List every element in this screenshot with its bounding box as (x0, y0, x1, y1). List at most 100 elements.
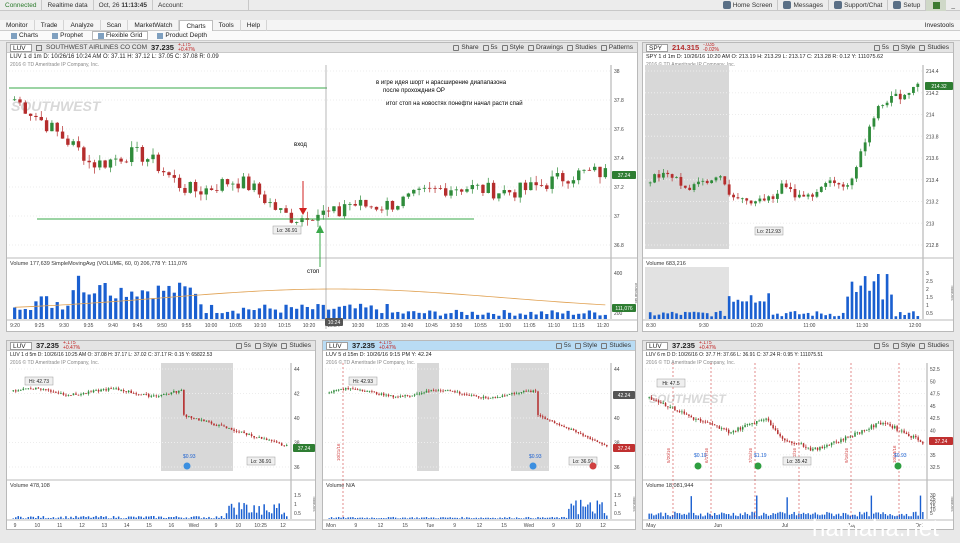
support-chat-button[interactable]: Support/Chat (829, 0, 889, 11)
candle-body (247, 176, 251, 191)
toolbar-label: 5s (243, 342, 251, 349)
toolbar-5s-button[interactable]: 5s (555, 342, 571, 349)
candle-body (348, 203, 352, 205)
toolbar-label: 5s (563, 342, 571, 349)
toolbar-style-button[interactable]: Style (501, 44, 524, 51)
candle-body (103, 160, 107, 168)
volume-bar (730, 515, 732, 519)
symbol-input[interactable]: LUV (646, 341, 668, 350)
toolbar-style-button[interactable]: Style (892, 44, 915, 51)
candle-body (433, 187, 437, 189)
candle-body (50, 122, 54, 132)
toolbar-share-button[interactable]: Share (453, 44, 479, 51)
toolbar-studies-button[interactable]: Studies (281, 342, 311, 349)
menu-tab-charts[interactable]: Charts (179, 19, 213, 31)
symbol-input[interactable]: LUV (10, 341, 32, 350)
volume-bar (470, 518, 473, 519)
dividend-label: $0.93 (894, 453, 907, 459)
menu-tab-tools[interactable]: Tools (213, 19, 241, 31)
price-chart[interactable]: 4442403836Volume N/A1.510.5millionsMon91… (323, 351, 636, 530)
volume-bar (140, 290, 144, 319)
volume-bar (170, 517, 173, 519)
volume-bar (662, 312, 665, 319)
candle-body (713, 424, 716, 426)
chevron-down-icon[interactable] (36, 44, 42, 51)
symbol-input[interactable]: LUV (10, 43, 32, 52)
volume-bar (433, 311, 437, 319)
main-price-chart[interactable]: SOUTHWEST3837.837.637.437.23736.8Volume … (7, 53, 638, 332)
volume-bar (35, 517, 37, 519)
toolbar-studies-button[interactable]: Studies (919, 44, 949, 51)
spy-price-chart[interactable]: SPDRs214.4214.2214213.8213.6213.4213.221… (643, 53, 954, 332)
toolbar-5s-button[interactable]: 5s (482, 44, 498, 51)
subtab-product-depth[interactable]: Product Depth (152, 31, 212, 40)
candle-body (485, 396, 487, 398)
investools-link[interactable]: Investools (925, 22, 960, 29)
volume-bar (220, 313, 224, 319)
volume-bar (670, 311, 674, 319)
candle-body (110, 388, 112, 390)
toolbar-5s-button[interactable]: 5s (235, 342, 251, 349)
x-tick-label: 12:00 (909, 323, 922, 329)
candle-body (454, 189, 459, 191)
candle-body (603, 168, 608, 178)
menu-tab-trade[interactable]: Trade (35, 19, 65, 31)
symbol-input[interactable]: SPY (646, 43, 668, 52)
messages-button[interactable]: Messages (778, 0, 830, 11)
menu-tab-marketwatch[interactable]: MarketWatch (128, 19, 180, 31)
volume-bar (745, 301, 749, 319)
envelope-icon (783, 1, 792, 9)
volume-bar (205, 518, 208, 519)
subtab-prophet[interactable]: Prophet (47, 31, 88, 40)
setup-button[interactable]: Setup (888, 0, 927, 11)
toolbar-studies-button[interactable]: Studies (601, 342, 631, 349)
toolbar-style-button[interactable]: Style (892, 342, 915, 349)
toolbar-5s-button[interactable]: 5s (873, 44, 889, 51)
candle-body (199, 191, 203, 195)
subtab-flexible-grid[interactable]: Flexible Grid (91, 31, 149, 40)
toolbar-studies-button[interactable]: Studies (919, 342, 949, 349)
volume-bar (679, 314, 683, 319)
candle-body (657, 174, 661, 178)
event-icon (694, 462, 702, 470)
toolbar-patterns-button[interactable]: Patterns (600, 44, 633, 51)
candle-body (530, 390, 532, 392)
symbol-input[interactable]: LUV (326, 341, 348, 350)
candle-body (875, 423, 877, 428)
volume-bar (90, 517, 92, 519)
account-selector[interactable]: Account: (153, 0, 250, 11)
price-chart[interactable]: SOUTHWEST52.55047.54542.54037.53532.5Vol… (643, 351, 954, 530)
5s-icon (873, 342, 880, 349)
toolbar-drawings-button[interactable]: Drawings (528, 44, 563, 51)
candle-body (157, 396, 160, 397)
candle-body (55, 392, 57, 394)
volume-bar (190, 516, 193, 519)
candle-body (342, 389, 345, 391)
menu-tab-help[interactable]: Help (241, 19, 268, 31)
toolbar-style-button[interactable]: Style (254, 342, 277, 349)
menu-tab-analyze[interactable]: Analyze (64, 19, 101, 31)
menu-tab-monitor[interactable]: Monitor (0, 19, 35, 31)
price-chart[interactable]: 4442403836Volume 478,1081.510.5millions9… (7, 351, 316, 530)
candle-body (65, 394, 67, 396)
volume-bar (449, 517, 451, 519)
candle-body (87, 160, 91, 163)
candle-body (475, 184, 480, 186)
volume-bar (263, 304, 267, 319)
menu-tab-scan[interactable]: Scan (101, 19, 129, 31)
toolbar-studies-button[interactable]: Studies (567, 44, 597, 51)
toolbar-5s-button[interactable]: 5s (873, 342, 889, 349)
candle-body (835, 441, 838, 443)
toolbar-style-button[interactable]: Style (574, 342, 597, 349)
candle-body (140, 146, 145, 162)
volume-bar (767, 293, 770, 319)
volume-bar (444, 517, 447, 519)
minimize-button[interactable]: _ (946, 0, 960, 11)
volume-info: Volume 478,108 (10, 483, 50, 489)
x-tick-label: Wed (189, 523, 199, 529)
subtab-charts[interactable]: Charts (6, 31, 43, 40)
low-label: Lo: 36.91 (251, 459, 272, 465)
volume-bar (674, 511, 676, 519)
volume-bar (55, 518, 57, 519)
home-screen-button[interactable]: Home Screen (718, 0, 779, 11)
